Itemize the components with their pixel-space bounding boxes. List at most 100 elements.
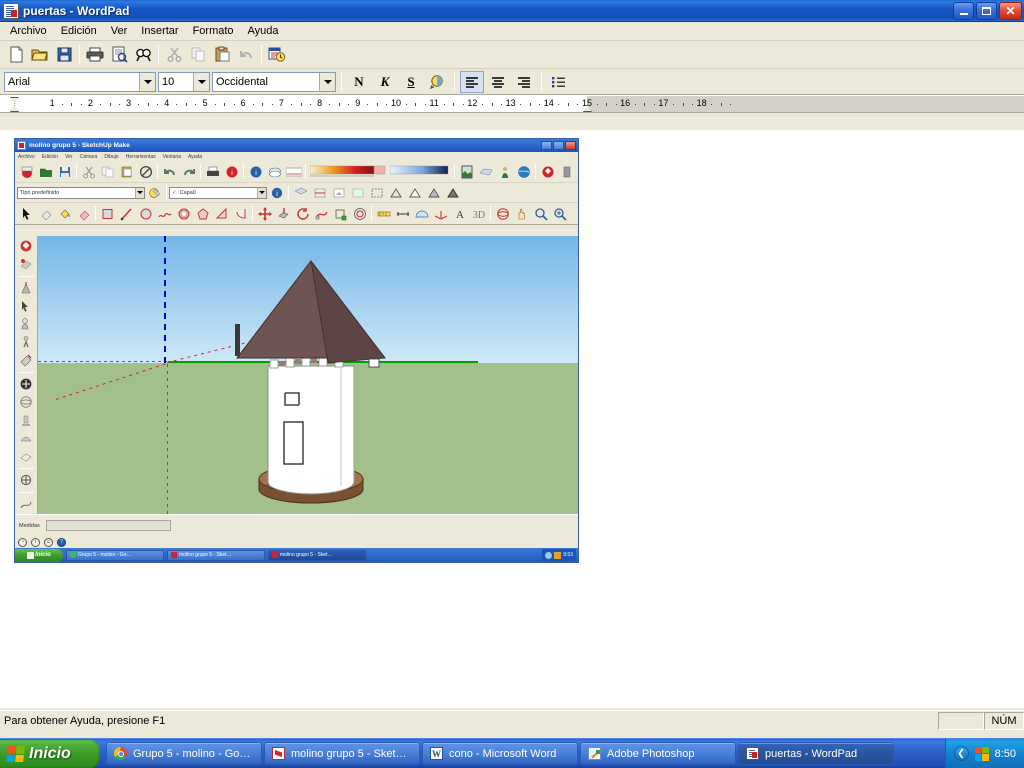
su-axes-icon[interactable]: [432, 205, 449, 222]
su-2point-arc-icon[interactable]: [213, 205, 230, 222]
su-entity-info-icon[interactable]: i: [247, 163, 264, 180]
taskbar-item-wordpad[interactable]: puertas - WordPad: [738, 742, 894, 765]
su-scale-icon[interactable]: [332, 205, 349, 222]
su-left-smoove-icon[interactable]: [18, 394, 35, 410]
su-task-chrome[interactable]: Grupo 5 - molino - Go…: [66, 549, 164, 561]
restore-button[interactable]: [976, 1, 997, 20]
su-freehand-icon[interactable]: [156, 205, 173, 222]
start-button[interactable]: Inicio: [0, 739, 100, 768]
su-scenes-icon[interactable]: [458, 163, 475, 180]
ruler[interactable]: 1 2 3 4 5 6 7 8 9 10 11 12 13 14 15 16 17 18: [0, 95, 1024, 113]
su-left-position-camera-icon[interactable]: [18, 316, 35, 332]
su-tray-network-icon[interactable]: [554, 551, 562, 559]
su-left-walk-icon[interactable]: [18, 334, 35, 350]
underline-button[interactable]: S: [399, 71, 423, 93]
su-fog-gradient[interactable]: [389, 163, 451, 180]
su-menu-ventana[interactable]: Ventana: [163, 154, 181, 160]
align-center-button[interactable]: [486, 71, 510, 93]
su-layer-info-icon[interactable]: i: [268, 184, 285, 201]
chevron-down-icon[interactable]: [193, 72, 209, 91]
su-warehouse-icon[interactable]: [539, 163, 556, 180]
su-pan-icon[interactable]: [513, 205, 530, 222]
chevron-down-icon[interactable]: [319, 72, 335, 91]
cut-icon[interactable]: [162, 43, 186, 66]
su-styles-icon[interactable]: [285, 163, 302, 180]
taskbar-item-word[interactable]: W cono - Microsoft Word: [422, 742, 578, 765]
document-area[interactable]: molino grupo 5 - SketchUp Make Archivo E…: [0, 130, 1024, 708]
taskbar-item-sketchup[interactable]: molino grupo 5 - Sket…: [264, 742, 420, 765]
su-tape-measure-icon[interactable]: [375, 205, 392, 222]
su-rotate-icon[interactable]: [294, 205, 311, 222]
print-preview-icon[interactable]: [107, 43, 131, 66]
save-icon[interactable]: [52, 43, 76, 66]
close-button[interactable]: ✕: [999, 1, 1022, 20]
su-menu-camara[interactable]: Cámara: [80, 154, 98, 160]
show-hidden-icons-button[interactable]: ❮: [953, 746, 969, 761]
su-paste-icon[interactable]: [118, 163, 135, 180]
su-print-icon[interactable]: [204, 163, 221, 180]
su-zoom-extents-icon[interactable]: [551, 205, 568, 222]
su-back-edges-icon[interactable]: [368, 184, 385, 201]
su-model-info-icon[interactable]: i: [223, 163, 240, 180]
chevron-down-icon[interactable]: [135, 187, 144, 198]
font-color-button[interactable]: [425, 71, 449, 93]
menu-ayuda[interactable]: Ayuda: [241, 23, 286, 39]
measurements-input[interactable]: [45, 520, 171, 531]
su-move-icon[interactable]: [256, 205, 273, 222]
su-wireframe-icon[interactable]: [387, 184, 404, 201]
su-pushpull-icon[interactable]: [275, 205, 292, 222]
su-left-stamp-icon[interactable]: [18, 412, 35, 428]
font-family-combo[interactable]: Arial: [4, 71, 156, 92]
new-icon[interactable]: [4, 43, 28, 66]
su-display-section-icon[interactable]: [311, 184, 328, 201]
taskbar-clock[interactable]: 8:50: [995, 748, 1016, 760]
su-select-icon[interactable]: [18, 205, 35, 222]
menu-ver[interactable]: Ver: [104, 23, 135, 39]
su-eraser2-icon[interactable]: [75, 205, 92, 222]
su-delete-icon[interactable]: [137, 163, 154, 180]
su-extension-icon[interactable]: [558, 163, 575, 180]
copy-icon[interactable]: [186, 43, 210, 66]
menu-insertar[interactable]: Insertar: [134, 23, 185, 39]
su-left-share-icon[interactable]: [18, 256, 35, 272]
su-new-icon[interactable]: [18, 163, 35, 180]
sketchup-viewport[interactable]: [38, 236, 578, 554]
su-left-sandbox-icon[interactable]: [18, 376, 35, 392]
sketchup-screenshot[interactable]: molino grupo 5 - SketchUp Make Archivo E…: [14, 138, 579, 563]
su-polygon-icon[interactable]: [194, 205, 211, 222]
su-left-dynamic-icon[interactable]: [18, 280, 35, 296]
su-menu-herramientas[interactable]: Herramientas: [126, 154, 156, 160]
date-time-icon[interactable]: [265, 43, 289, 66]
su-menu-ver[interactable]: Ver: [65, 154, 73, 160]
align-left-button[interactable]: [460, 70, 484, 93]
su-left-from-contours-icon[interactable]: [18, 496, 35, 512]
su-followme-icon[interactable]: [313, 205, 330, 222]
su-menu-dibujo[interactable]: Dibujo: [104, 154, 118, 160]
su-rectangle-icon[interactable]: [99, 205, 116, 222]
su-shadows-icon[interactable]: [330, 184, 347, 201]
menu-edicion[interactable]: Edición: [54, 23, 104, 39]
open-icon[interactable]: [28, 43, 52, 66]
sketchup-restore-button[interactable]: [553, 141, 564, 150]
su-status-help-icon[interactable]: ?: [57, 537, 66, 547]
su-left-drape-icon[interactable]: [18, 430, 35, 446]
su-left-flip-edge-icon[interactable]: [18, 472, 35, 488]
su-offset-icon[interactable]: [351, 205, 368, 222]
su-task-sketchup-2[interactable]: molino grupo 5 - Sket…: [268, 549, 366, 561]
su-text-icon[interactable]: A: [451, 205, 468, 222]
su-hidden-line-icon[interactable]: [406, 184, 423, 201]
sketchup-close-button[interactable]: [565, 141, 576, 150]
su-tray-arrow-icon[interactable]: [545, 551, 553, 559]
menu-formato[interactable]: Formato: [186, 23, 241, 39]
bold-button[interactable]: N: [347, 71, 371, 93]
su-layer-dropdown[interactable]: ✓ Capa0: [169, 186, 267, 199]
su-xray-icon[interactable]: [349, 184, 366, 201]
su-left-warehouse-icon[interactable]: [18, 238, 35, 254]
script-combo[interactable]: Occidental: [212, 71, 336, 92]
minimize-button[interactable]: [953, 1, 974, 20]
su-arc-icon[interactable]: [175, 205, 192, 222]
su-left-add-detail-icon[interactable]: [18, 448, 35, 464]
su-open-icon[interactable]: [37, 163, 54, 180]
su-menu-archivo[interactable]: Archivo: [18, 154, 35, 160]
su-left-interact-icon[interactable]: [18, 298, 35, 314]
